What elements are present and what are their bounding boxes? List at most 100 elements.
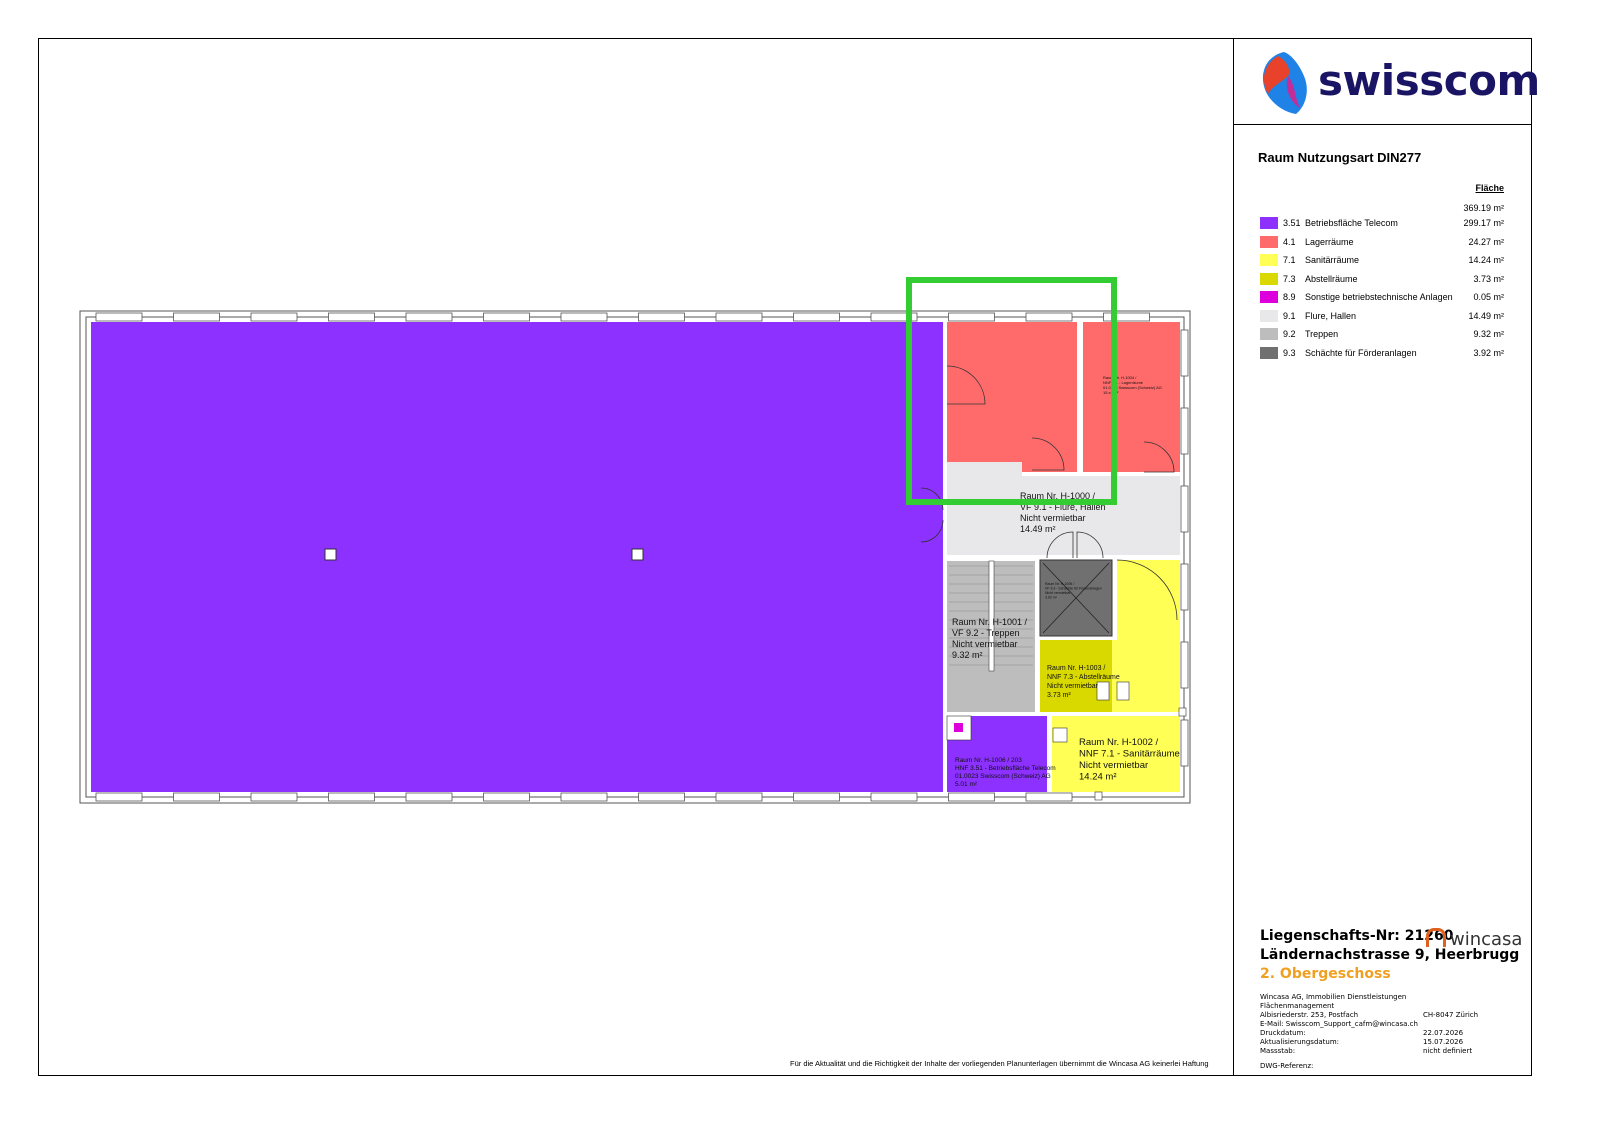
legend-swatch	[1260, 328, 1278, 340]
legend-label: Sanitärräume	[1305, 255, 1360, 265]
room-label-h1003: NNF 7.3 - Abstellräume	[1047, 674, 1120, 681]
legend-code: 7.3	[1283, 273, 1296, 284]
window	[328, 312, 375, 322]
window	[328, 792, 375, 802]
title-block: swisscom Raum Nutzungsart DIN277 Fläche …	[1233, 38, 1540, 1076]
room-storage-1[interactable]	[947, 322, 1077, 472]
room-label-h1003: Nicht vermietbar	[1047, 683, 1099, 690]
legend-swatch	[1260, 309, 1278, 322]
legend-area: 299.17 m²	[1463, 218, 1504, 228]
legend-swatch	[1260, 346, 1278, 359]
stair-well	[988, 560, 995, 672]
legend-column-header: Fläche	[1475, 183, 1504, 193]
legend-area: 9.32 m²	[1473, 329, 1504, 339]
room-label-h1002: Nicht vermietbar	[1079, 760, 1148, 771]
room-label-h1001: Nicht vermietbar	[952, 639, 1018, 649]
window	[1025, 792, 1073, 802]
legend-item: 4.1 Lagerräume 24.27 m²	[1260, 235, 1504, 251]
company-dept: Flächenmanagement	[1260, 1002, 1335, 1010]
legend-area: 0.05 m²	[1473, 292, 1504, 302]
window	[638, 792, 685, 802]
window	[560, 312, 608, 322]
window	[1180, 407, 1189, 455]
window	[250, 792, 298, 802]
legend-label: Sonstige betriebstechnische Anlagen	[1305, 292, 1453, 302]
window	[793, 792, 840, 802]
room-label-h1002: Raum Nr. H-1002 /	[1079, 737, 1159, 748]
window	[1180, 563, 1189, 611]
scale-label: Massstab:	[1260, 1047, 1296, 1055]
window	[1180, 641, 1189, 689]
room-label-h1005: 3.92 m²	[1045, 596, 1058, 600]
update-date-label: Aktualisierungsdatum:	[1260, 1038, 1340, 1046]
legend-item: 7.1 Sanitärräume 14.24 m²	[1260, 253, 1504, 269]
window	[1180, 329, 1189, 377]
legend-label: Lagerräume	[1305, 236, 1354, 247]
legend-swatch	[1260, 272, 1278, 285]
wincasa-wordmark: wincasa	[1450, 929, 1523, 950]
column-marker	[1178, 707, 1187, 717]
legend-area: 3.92 m²	[1473, 347, 1504, 358]
legend-code: 4.1	[1283, 236, 1296, 247]
legend-code: 9.2	[1283, 329, 1296, 339]
column-marker	[631, 548, 644, 561]
swisscom-logo-icon	[1262, 52, 1307, 114]
window	[405, 312, 453, 322]
wincasa-house-icon	[1426, 928, 1446, 947]
legend-total: 369.19 m²	[1463, 203, 1504, 213]
window	[1180, 485, 1189, 533]
window	[250, 312, 298, 322]
legend-label: Betriebsfläche Telecom	[1305, 218, 1398, 228]
room-telecom-main[interactable]	[91, 322, 943, 792]
window	[948, 792, 995, 802]
window	[483, 792, 530, 802]
window	[1103, 312, 1150, 322]
legend-code: 7.1	[1283, 255, 1296, 265]
legend-area: 3.73 m²	[1473, 273, 1504, 284]
print-date: 22.07.2026	[1423, 1029, 1464, 1037]
window	[405, 792, 453, 802]
legend-swatch	[1260, 254, 1278, 266]
legend-item: 3.51 Betriebsfläche Telecom 299.17 m²	[1260, 216, 1504, 232]
sink-icon	[1116, 681, 1130, 701]
toilet-icon	[1052, 727, 1068, 743]
legend-area: 14.49 m²	[1468, 310, 1504, 321]
company-email: E-Mail: Swisscom_Support_cafm@wincasa.ch	[1260, 1020, 1418, 1028]
room-label-h1003: Raum Nr. H-1003 /	[1047, 665, 1105, 672]
room-technical-8-9[interactable]	[954, 723, 963, 732]
room-label-h1003: 3.73 m²	[1047, 692, 1071, 699]
legend-code: 8.9	[1283, 292, 1296, 302]
room-label-h1001: 9.32 m²	[952, 650, 983, 660]
legend-swatch	[1260, 217, 1278, 229]
brand-name: swisscom	[1318, 56, 1540, 105]
window	[1180, 719, 1189, 767]
room-label-h1005: VF 9.3 - Schächte für Förderanlagen	[1045, 587, 1102, 591]
window	[638, 312, 685, 322]
print-date-label: Druckdatum:	[1260, 1029, 1306, 1037]
update-date: 15.07.2026	[1423, 1038, 1464, 1046]
room-storage-h1004[interactable]	[1083, 322, 1180, 472]
room-label-h1005: Raum Nr. H-1005 /	[1045, 582, 1074, 586]
room-label-h1000: 14.49 m²	[1020, 524, 1056, 534]
legend-item: 9.3 Schächte für Förderanlagen 3.92 m²	[1260, 346, 1504, 362]
room-label-h1006: 01.0023 Swisscom (Schweiz) AG	[955, 773, 1051, 780]
window	[1025, 312, 1073, 322]
legend-area: 24.27 m²	[1468, 236, 1504, 247]
room-label-h1005: Nicht vermietbar	[1045, 591, 1071, 595]
window	[560, 792, 608, 802]
window	[483, 312, 530, 322]
window	[715, 792, 763, 802]
property-number: Liegenschafts-Nr: 21260	[1260, 928, 1454, 944]
window	[870, 792, 918, 802]
window	[173, 792, 220, 802]
room-label-h1006: Raum Nr. H-1006 / 203	[955, 757, 1022, 764]
column-marker	[1094, 791, 1103, 801]
window	[173, 312, 220, 322]
legend-item: 8.9 Sonstige betriebstechnische Anlagen 0.…	[1260, 290, 1504, 306]
logo-area: swisscom	[1234, 38, 1540, 125]
disclaimer: Für die Aktualität und die Richtigkeit d…	[790, 1059, 1209, 1068]
legend-code: 9.3	[1283, 347, 1296, 358]
company-name: Wincasa AG, Immobilien Dienstleistungen	[1260, 993, 1407, 1001]
dwg-reference-label: DWG-Referenz:	[1260, 1062, 1314, 1070]
legend-item: 7.3 Abstellräume 3.73 m²	[1260, 272, 1504, 288]
